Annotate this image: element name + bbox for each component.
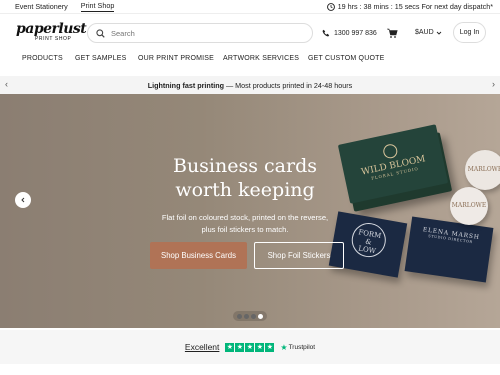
star-icon: ★	[235, 342, 245, 352]
promo-prev-arrow[interactable]: ‹	[5, 79, 8, 89]
hero-subtitle: Flat foil on coloured stock, printed on …	[150, 212, 340, 236]
paperlust-logo[interactable]: paperlust PRINT SHOP	[16, 21, 87, 50]
trustpilot-star-icon: ★	[280, 342, 288, 352]
shop-foil-stickers-button[interactable]: Shop Foil Stickers	[254, 242, 344, 269]
nav-print-promise[interactable]: OUR PRINT PROMISE	[138, 55, 214, 62]
currency-selector[interactable]: $AUD	[415, 29, 442, 36]
event-stationery-link[interactable]: Event Stationery	[15, 2, 68, 11]
phone-link[interactable]: 1300 997 836	[322, 29, 377, 37]
star-icon: ★	[265, 342, 275, 352]
login-button[interactable]: Log In	[453, 22, 486, 43]
foil-sticker-1: MARLOWE	[465, 150, 500, 190]
trust-rating: Excellent	[184, 342, 220, 352]
promo-bar: ‹ Lightning fast printing — Most product…	[0, 76, 500, 94]
hero-banner: WILD BLOOM FLORAL STUDIO FORM & LOW ELEN…	[0, 94, 500, 328]
promo-next-arrow[interactable]: ›	[492, 79, 495, 89]
hero-title: Business cards worth keeping	[150, 154, 340, 202]
print-shop-link[interactable]: Print Shop	[80, 1, 115, 12]
carousel-dot-3[interactable]	[251, 313, 256, 319]
dispatch-countdown: 19 hrs : 38 mins : 15 secs For next day …	[326, 2, 493, 11]
currency-label: $AUD	[415, 29, 434, 36]
phone-number: 1300 997 836	[334, 29, 377, 37]
countdown-text: 19 hrs : 38 mins : 15 secs For next day …	[337, 2, 493, 11]
hero-title-line1: Business cards	[172, 155, 317, 177]
top-bar: Event Stationery Print Shop 19 hrs : 38 …	[0, 0, 500, 14]
carousel-dots	[233, 311, 267, 321]
search-icon	[96, 28, 105, 38]
main-nav: PRODUCTS GET SAMPLES OUR PRINT PROMISE A…	[0, 52, 500, 72]
trustpilot-logo: ★ Trustpilot	[280, 343, 315, 352]
carousel-prev-button[interactable]	[15, 192, 31, 208]
hero-subtitle-line2: plus foil stickers to match.	[201, 225, 289, 234]
chevron-down-icon	[436, 31, 442, 35]
promo-text: Lightning fast printing — Most products …	[148, 81, 353, 90]
trust-stars: ★ ★ ★ ★ ★	[225, 342, 275, 352]
hero-title-line2: worth keeping	[175, 179, 315, 201]
leaf-emblem-icon	[381, 142, 399, 160]
carousel-dot-2[interactable]	[244, 313, 249, 319]
star-icon: ★	[225, 342, 235, 352]
promo-bold: Lightning fast printing	[147, 80, 224, 90]
shop-business-cards-button[interactable]: Shop Business Cards	[150, 242, 247, 269]
logo-word: paperlust	[16, 21, 87, 37]
carousel-dot-4[interactable]	[258, 313, 263, 319]
cart-icon[interactable]	[386, 27, 398, 39]
clock-icon	[326, 2, 335, 11]
nav-custom-quote[interactable]: GET CUSTOM QUOTE	[308, 55, 384, 62]
foil-sticker-2: MARLOWE	[450, 187, 488, 225]
logo-subtitle: PRINT SHOP	[35, 36, 72, 42]
card-navy-details: ELENA MARSH STUDIO DIRECTOR	[404, 216, 494, 283]
trustpilot-bar[interactable]: Excellent ★ ★ ★ ★ ★ ★ Trustpilot	[0, 330, 500, 364]
nav-get-samples[interactable]: GET SAMPLES	[75, 55, 126, 62]
hero-subtitle-line1: Flat foil on coloured stock, printed on …	[161, 213, 329, 222]
search-bar[interactable]	[87, 23, 313, 43]
promo-rest: — Most products printed in 24-48 hours	[224, 80, 353, 90]
nav-artwork-services[interactable]: ARTWORK SERVICES	[223, 55, 299, 62]
star-icon: ★	[245, 342, 255, 352]
nav-products[interactable]: PRODUCTS	[22, 55, 63, 62]
site-header: paperlust PRINT SHOP 1300 997 836 $AUD L…	[0, 14, 500, 54]
phone-icon	[322, 29, 330, 37]
trustpilot-brand: Trustpilot	[288, 343, 316, 351]
star-icon: ★	[255, 342, 265, 352]
search-input[interactable]	[111, 28, 291, 38]
carousel-dot-1[interactable]	[237, 313, 242, 319]
chevron-left-icon	[21, 197, 25, 203]
